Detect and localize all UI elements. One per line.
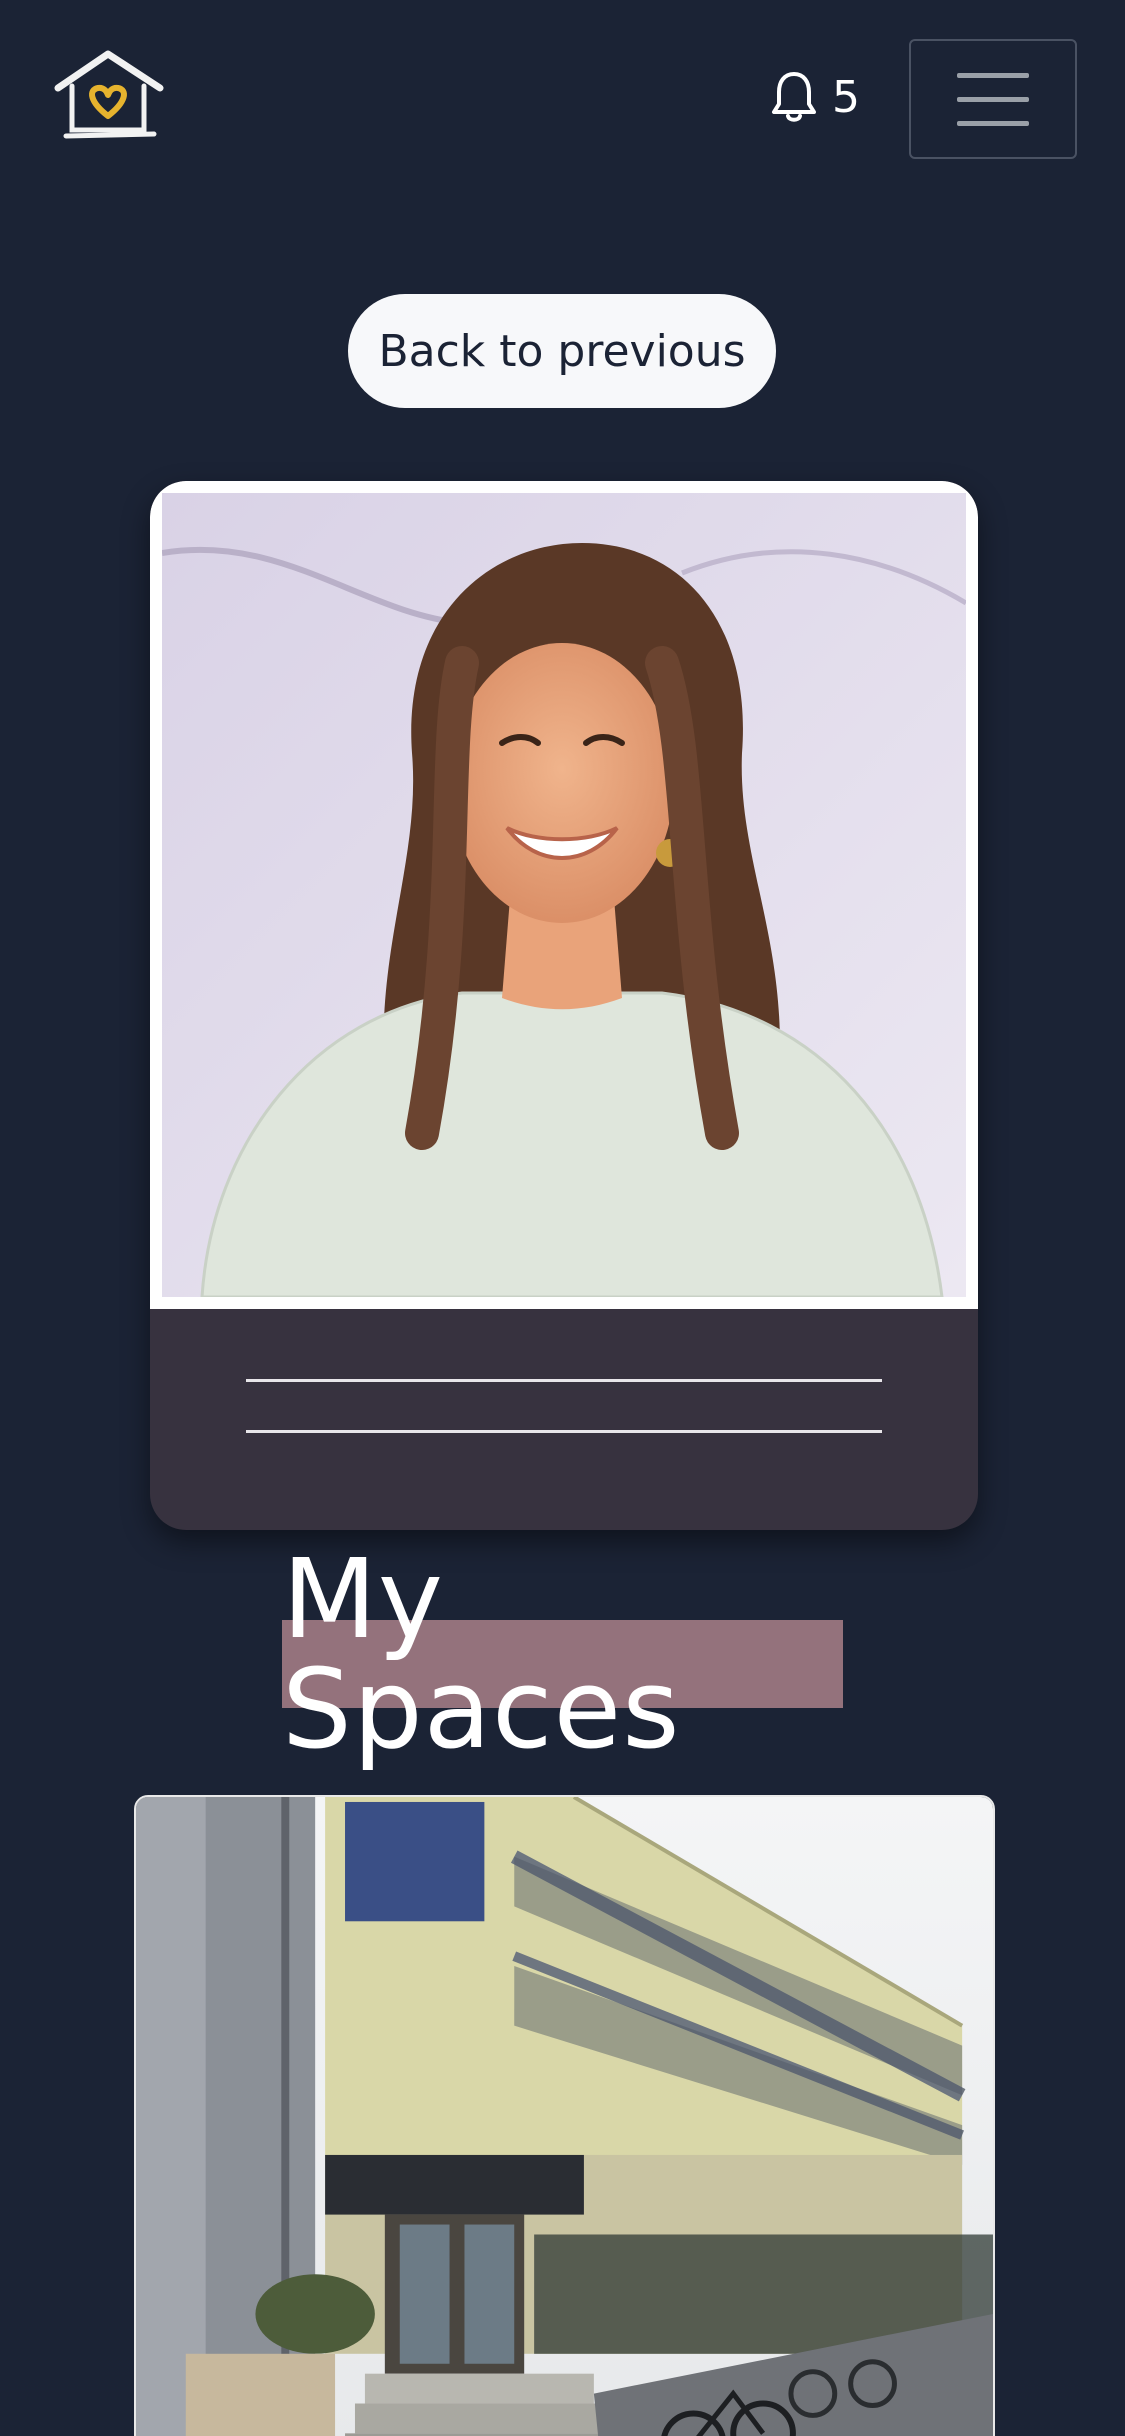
profile-info-lines bbox=[246, 1379, 882, 1481]
my-spaces-heading: My Spaces bbox=[282, 1544, 843, 1764]
notification-count: 5 bbox=[832, 71, 860, 123]
my-spaces-title-text: My Spaces bbox=[282, 1535, 681, 1773]
space-photo bbox=[136, 1797, 993, 2436]
menu-bar-icon bbox=[957, 72, 1029, 78]
profile-photo-frame bbox=[150, 481, 978, 1309]
back-to-previous-button[interactable]: Back to previous bbox=[348, 294, 776, 408]
bell-icon bbox=[772, 72, 816, 122]
menu-bar-icon bbox=[957, 96, 1029, 102]
profile-name-line bbox=[246, 1379, 882, 1382]
menu-bar-icon bbox=[957, 120, 1029, 126]
profile-subtitle-line bbox=[246, 1430, 882, 1433]
page: 5 Back to previous My Spaces bbox=[0, 0, 1125, 2436]
space-card[interactable] bbox=[134, 1795, 995, 2436]
profile-photo bbox=[162, 493, 966, 1297]
notifications[interactable]: 5 bbox=[770, 62, 860, 132]
hamburger-menu-button[interactable] bbox=[909, 39, 1077, 159]
home-heart-logo[interactable] bbox=[50, 48, 166, 144]
profile-card bbox=[150, 481, 978, 1530]
